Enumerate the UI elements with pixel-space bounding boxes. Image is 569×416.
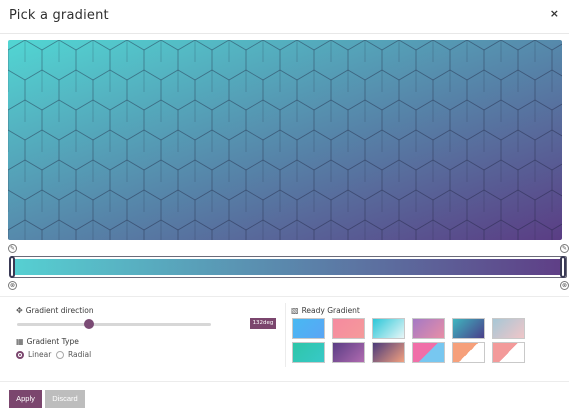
- ready-gradient-swatch[interactable]: [452, 318, 485, 339]
- ready-label: ▧ Ready Gradient: [291, 306, 360, 315]
- move-icon: ✥: [16, 306, 23, 315]
- pencil-icon[interactable]: ✎: [8, 244, 17, 253]
- ready-gradient-swatch[interactable]: [332, 342, 365, 363]
- gradient-track[interactable]: [10, 256, 567, 278]
- angle-badge: 132deg: [250, 318, 276, 329]
- radio-radial-control[interactable]: [56, 350, 64, 359]
- ready-gradient-swatch[interactable]: [452, 342, 485, 363]
- delete-icon[interactable]: ⊗: [560, 281, 569, 290]
- direction-slider-thumb[interactable]: [83, 319, 94, 329]
- ready-gradient-swatch[interactable]: [372, 318, 405, 339]
- gradient-preview-canvas: [8, 40, 562, 240]
- direction-slider[interactable]: [17, 323, 211, 326]
- ready-gradient-swatch[interactable]: [412, 318, 445, 339]
- ready-gradient-swatch[interactable]: [492, 318, 525, 339]
- ready-gradient-swatch[interactable]: [492, 342, 525, 363]
- image-icon: ▧: [291, 306, 299, 315]
- radio-linear-label: Linear: [28, 350, 52, 359]
- radio-radial[interactable]: Radial: [56, 350, 91, 359]
- section-divider: [0, 296, 569, 297]
- radio-radial-label: Radial: [68, 350, 92, 359]
- column-divider: [285, 303, 286, 367]
- radio-linear[interactable]: Linear: [16, 350, 51, 359]
- type-label-text: Gradient Type: [26, 337, 79, 346]
- ready-gradient-swatch[interactable]: [332, 318, 365, 339]
- ready-label-text: Ready Gradient: [301, 306, 360, 315]
- ready-gradient-swatch[interactable]: [292, 342, 325, 363]
- gradient-preview: [8, 40, 562, 240]
- apply-button[interactable]: Apply: [9, 390, 42, 408]
- pencil-icon[interactable]: ✎: [560, 244, 569, 253]
- discard-button[interactable]: Discard: [45, 390, 85, 408]
- ready-gradient-swatch[interactable]: [292, 318, 325, 339]
- dialog-title: Pick a gradient: [9, 8, 109, 23]
- footer-divider: [0, 381, 569, 382]
- type-icon: ▦: [16, 337, 24, 346]
- color-stop-handle[interactable]: [9, 256, 15, 278]
- type-label: ▦ Gradient Type: [16, 337, 79, 346]
- direction-label: ✥ Gradient direction: [16, 306, 94, 315]
- dialog-header: Pick a gradient ×: [0, 0, 569, 34]
- close-icon[interactable]: ×: [550, 7, 559, 20]
- color-stop-handle[interactable]: [560, 256, 566, 278]
- direction-label-text: Gradient direction: [25, 306, 94, 315]
- radio-linear-control[interactable]: [16, 350, 24, 359]
- delete-icon[interactable]: ⊗: [8, 281, 17, 290]
- ready-gradient-swatch[interactable]: [372, 342, 405, 363]
- gradient-track-bar[interactable]: [13, 259, 564, 275]
- ready-gradient-swatch[interactable]: [412, 342, 445, 363]
